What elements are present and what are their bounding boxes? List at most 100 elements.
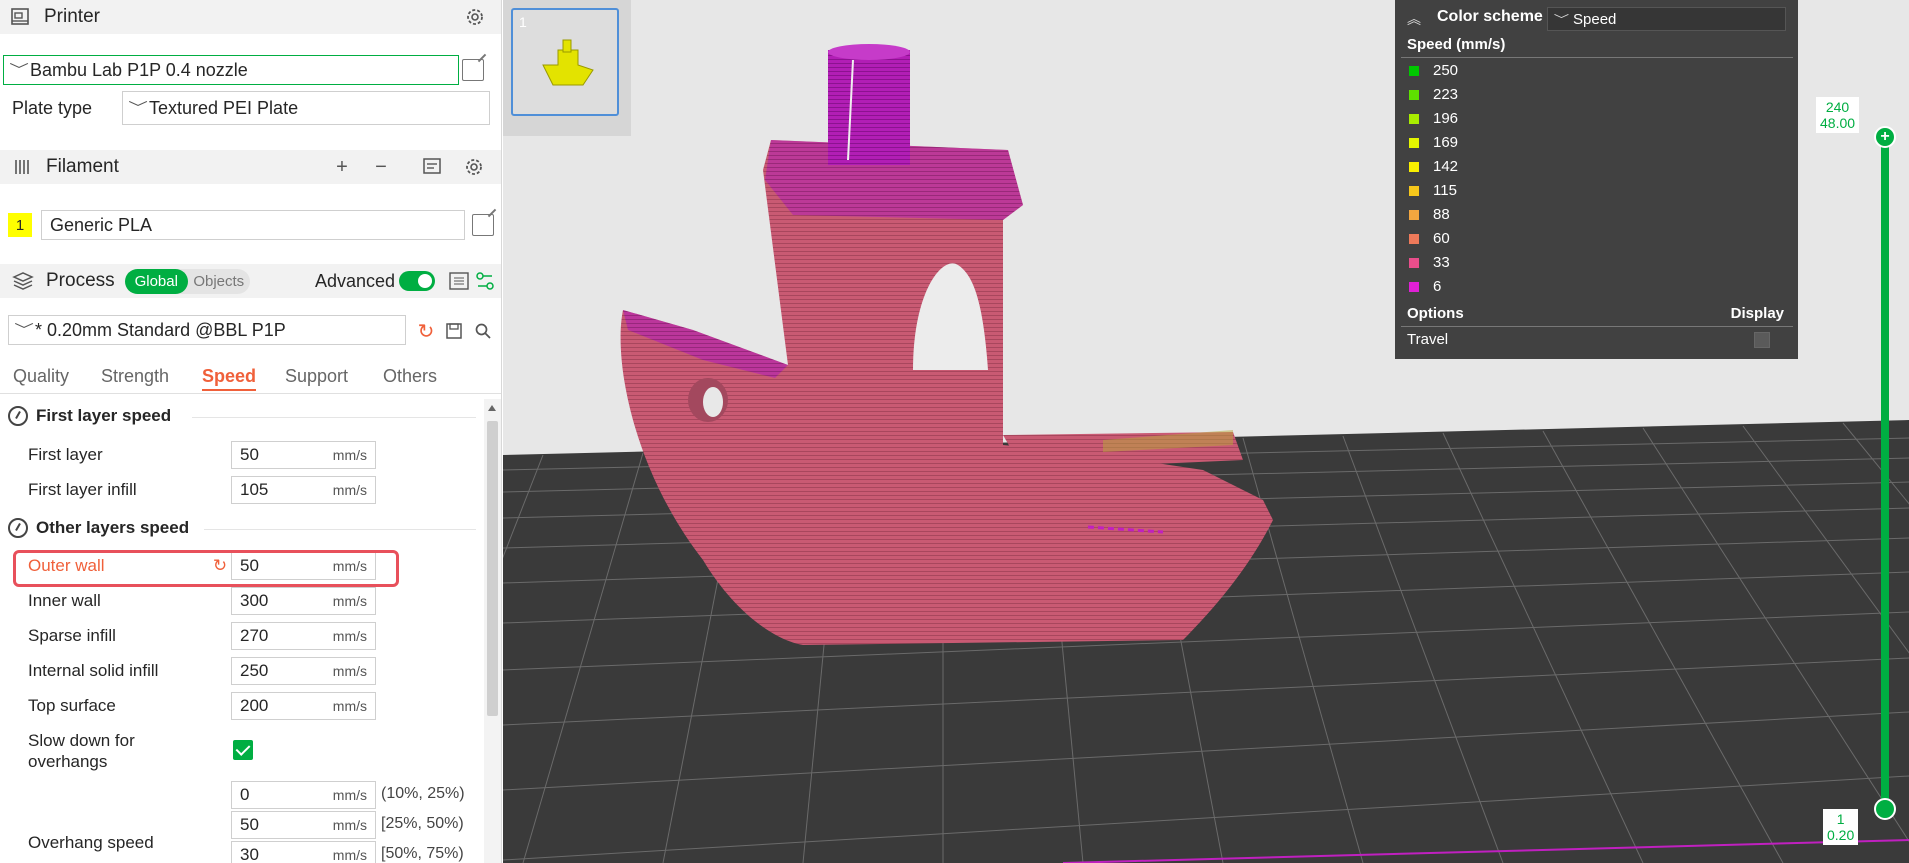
chevron-down-icon: ﹀ [1553, 14, 1570, 26]
overhang-speed-input-1[interactable]: 0 mm/s [231, 781, 376, 809]
filament-select[interactable]: Generic PLA [41, 210, 465, 240]
inner-wall-label: Inner wall [28, 591, 101, 610]
color-scheme-legend: ︽ Color scheme ﹀ Speed Speed (mm/s) 250 … [1395, 0, 1798, 359]
options-label: Options [1407, 305, 1464, 322]
color-scheme-select[interactable]: ﹀ Speed [1547, 7, 1786, 31]
legend-value: 60 [1433, 230, 1450, 247]
travel-display-checkbox[interactable] [1754, 332, 1770, 348]
scrollbar-thumb[interactable] [487, 421, 498, 716]
add-filament-plus-icon[interactable]: + [329, 154, 355, 180]
group-divider [204, 529, 476, 530]
legend-item: 6 [1409, 278, 1441, 295]
chevron-down-icon: ﹀ [128, 100, 148, 116]
3d-preview-viewport[interactable]: 1 ︽ Color scheme ﹀ Speed Speed (mm/s) 25… [503, 0, 1909, 863]
settings-scrollbar[interactable] [484, 399, 501, 863]
filament-title: Filament [46, 156, 119, 177]
inner-wall-input[interactable]: 300 mm/s [231, 587, 376, 615]
legend-swatch [1409, 233, 1419, 244]
overhang-speed-value-1: 0 [240, 785, 250, 804]
search-icon[interactable] [470, 318, 496, 344]
legend-swatch [1409, 209, 1419, 220]
first-layer-value: 50 [240, 445, 259, 464]
first-layer-input[interactable]: 50 mm/s [231, 441, 376, 469]
legend-item: 169 [1409, 134, 1458, 151]
first-layer-label: First layer [28, 445, 103, 464]
layer-slider-top-handle-plus-icon[interactable]: + [1874, 126, 1896, 148]
first-layer-infill-label: First layer infill [28, 480, 137, 499]
legend-item: 88 [1409, 206, 1450, 223]
advanced-label: Advanced [315, 271, 396, 291]
legend-swatch [1409, 137, 1419, 148]
legend-value: 115 [1433, 182, 1457, 199]
internal-solid-infill-value: 250 [240, 661, 269, 680]
legend-item: 223 [1409, 86, 1458, 103]
process-preset-value: * 0.20mm Standard @BBL P1P [35, 319, 286, 340]
legend-swatch [1409, 257, 1419, 268]
unit-label: mm/s [332, 482, 367, 498]
legend-value: 142 [1433, 158, 1459, 175]
plate-thumbnail-1[interactable]: 1 [511, 8, 619, 116]
sparse-infill-input[interactable]: 270 mm/s [231, 622, 376, 650]
top-surface-value: 200 [240, 696, 269, 715]
filament-slot-badge[interactable]: 1 [8, 213, 32, 237]
first-layer-infill-input[interactable]: 105 mm/s [231, 476, 376, 504]
printer-select[interactable]: ﹀ Bambu Lab P1P 0.4 nozzle [3, 55, 459, 85]
overhang-speed-value-3: 30 [240, 845, 259, 863]
process-compare-icon[interactable] [472, 268, 498, 294]
process-layers-icon [12, 272, 34, 290]
save-preset-icon[interactable] [441, 318, 467, 344]
first-layer-speed-title-text: First layer speed [36, 406, 172, 425]
process-list-icon[interactable] [446, 268, 472, 294]
scroll-up-arrow-icon[interactable] [488, 405, 496, 411]
unit-label: mm/s [332, 698, 367, 714]
printer-settings-gear-icon[interactable] [462, 4, 488, 30]
slow-down-overhangs-checkbox[interactable] [233, 740, 253, 760]
tab-quality[interactable]: Quality [13, 366, 69, 387]
overhang-speed-input-3[interactable]: 30 mm/s [231, 841, 376, 863]
chevron-down-icon: ﹀ [14, 322, 34, 338]
legend-value: 169 [1433, 134, 1459, 151]
legend-value: 33 [1433, 254, 1450, 271]
speedometer-icon [8, 518, 28, 538]
global-objects-toggle: Global Objects [125, 269, 250, 294]
overhang-speed-input-2[interactable]: 50 mm/s [231, 811, 376, 839]
tab-support[interactable]: Support [285, 366, 348, 387]
collapse-chevron-up-icon[interactable]: ︽ [1407, 9, 1421, 29]
legend-swatch [1409, 89, 1419, 100]
reset-preset-icon[interactable]: ↻ [413, 318, 439, 344]
internal-solid-infill-input[interactable]: 250 mm/s [231, 657, 376, 685]
layer-slider-track[interactable] [1881, 135, 1889, 811]
advanced-switch[interactable] [399, 271, 435, 291]
unit-label: mm/s [332, 593, 367, 609]
unit-label: mm/s [332, 787, 367, 803]
legend-value: 223 [1433, 86, 1459, 103]
tab-others[interactable]: Others [383, 366, 437, 387]
layer-slider-bottom-handle[interactable] [1874, 798, 1896, 820]
toggle-objects[interactable]: Objects [188, 269, 251, 294]
plate-thumbnails-strip: 1 [503, 0, 631, 136]
color-scheme-label: Color scheme [1437, 8, 1543, 25]
plate-type-label: Plate type [12, 98, 93, 118]
filament-settings-gear-icon[interactable] [461, 154, 487, 180]
legend-divider [1401, 57, 1793, 58]
plate-type-value: Textured PEI Plate [149, 97, 299, 118]
unit-label: mm/s [332, 628, 367, 644]
toggle-global[interactable]: Global [125, 269, 188, 294]
other-layers-speed-title-text: Other layers speed [36, 518, 190, 537]
top-layer-readout: 240 48.00 [1816, 97, 1860, 133]
plate-type-select[interactable]: ﹀ Textured PEI Plate [122, 91, 490, 125]
unit-label: mm/s [332, 847, 367, 863]
legend-item: 60 [1409, 230, 1450, 247]
tab-speed[interactable]: Speed [202, 366, 257, 391]
tab-strength[interactable]: Strength [101, 366, 169, 387]
top-surface-input[interactable]: 200 mm/s [231, 692, 376, 720]
legend-item: 33 [1409, 254, 1450, 271]
filament-sync-icon[interactable] [420, 154, 446, 180]
process-preset-select[interactable]: ﹀ * 0.20mm Standard @BBL P1P [8, 315, 406, 345]
edit-filament-icon[interactable] [472, 214, 494, 236]
edit-printer-icon[interactable] [462, 59, 484, 81]
remove-filament-minus-icon[interactable]: − [368, 154, 394, 180]
legend-swatch [1409, 65, 1419, 76]
benchy-model[interactable] [620, 44, 1273, 645]
settings-sidebar: Printer ﹀ Bambu Lab P1P 0.4 nozzle Plate… [0, 0, 502, 863]
